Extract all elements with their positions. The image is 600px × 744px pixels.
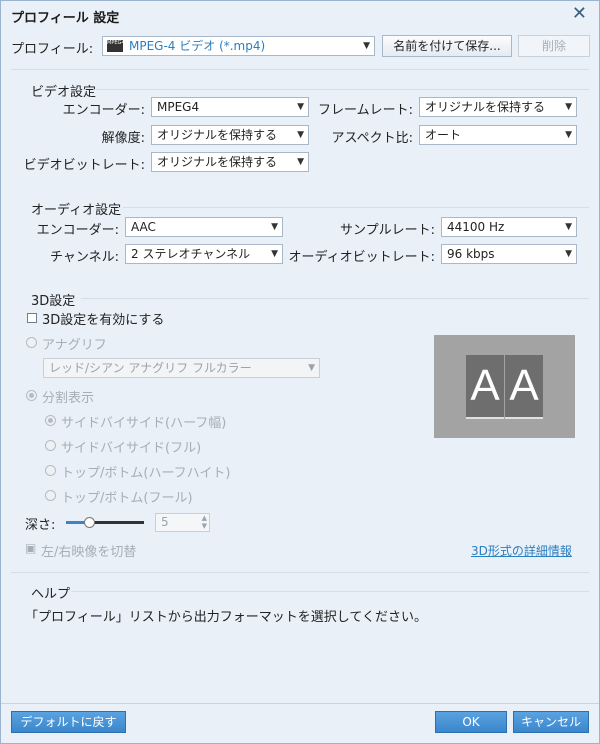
profile-settings-dialog: プロフィール 設定 ✕ プロフィール: MPEG4 MPEG-4 ビデオ (*.…: [0, 0, 600, 744]
dialog-title: プロフィール 設定: [11, 11, 120, 26]
divider: [11, 572, 589, 573]
channel-value: 2 ステレオチャンネル: [131, 247, 251, 261]
preview-right-tile: A: [505, 355, 543, 419]
split-option-radio[interactable]: [45, 440, 56, 451]
divider: [71, 591, 589, 592]
channel-select[interactable]: 2 ステレオチャンネル ▼: [125, 244, 283, 264]
resolution-value: オリジナルを保持する: [157, 128, 278, 142]
save-as-button[interactable]: 名前を付けて保存...: [382, 35, 512, 57]
audio-bitrate-label: オーディオビットレート:: [288, 250, 435, 265]
split-option-radio[interactable]: [45, 465, 56, 476]
help-text: 「プロフィール」リストから出力フォーマットを選択してください。: [25, 610, 427, 625]
profile-label: プロフィール:: [11, 42, 94, 57]
mpeg4-format-icon: MPEG4: [107, 40, 125, 52]
3d-preview: A A AA: [434, 335, 575, 438]
depth-slider-handle[interactable]: [84, 517, 96, 528]
chevron-down-icon: ▼: [297, 157, 304, 167]
split-option-label: サイドバイサイド(ハーフ幅): [61, 416, 227, 431]
divider: [96, 89, 589, 90]
depth-label: 深さ:: [25, 518, 56, 533]
split-option-radio[interactable]: [45, 490, 56, 501]
video-encoder-label: エンコーダー:: [62, 103, 145, 118]
chevron-down-icon: ▼: [565, 222, 572, 232]
anaglyph-radio[interactable]: [26, 337, 37, 348]
profile-select[interactable]: MPEG4 MPEG-4 ビデオ (*.mp4) ▼: [102, 36, 375, 56]
aspect-ratio-label: アスペクト比:: [331, 131, 413, 146]
framerate-value: オリジナルを保持する: [425, 100, 546, 114]
divider: [123, 207, 589, 208]
chevron-down-icon: ▼: [565, 102, 572, 112]
split-option-label: サイドバイサイド(フル): [61, 441, 202, 456]
audio-encoder-select[interactable]: AAC ▼: [125, 217, 283, 237]
samplerate-value: 44100 Hz: [447, 220, 505, 234]
preview-left-tile: A: [466, 355, 504, 419]
depth-value: 5: [161, 515, 169, 529]
framerate-select[interactable]: オリジナルを保持する ▼: [419, 97, 577, 117]
close-icon[interactable]: ✕: [572, 4, 587, 24]
chevron-down-icon: ▼: [271, 222, 278, 232]
audio-settings-title: オーディオ設定: [31, 203, 122, 218]
enable-3d-checkbox[interactable]: [27, 313, 37, 323]
chevron-down-icon: ▼: [297, 130, 304, 140]
cancel-button[interactable]: キャンセル: [513, 711, 589, 733]
video-settings-title: ビデオ設定: [31, 85, 97, 100]
audio-encoder-label: エンコーダー:: [36, 223, 119, 238]
chevron-down-icon: ▼: [308, 363, 315, 373]
anaglyph-mode-value: レッド/シアン アナグリフ フルカラー: [49, 361, 252, 375]
samplerate-label: サンプルレート:: [340, 223, 435, 238]
audio-bitrate-select[interactable]: 96 kbps ▼: [441, 244, 577, 264]
depth-spinbox[interactable]: 5 ▲ ▼: [155, 513, 210, 532]
video-encoder-select[interactable]: MPEG4 ▼: [151, 97, 309, 117]
restore-defaults-button[interactable]: デフォルトに戻す: [11, 711, 126, 733]
framerate-label: フレームレート:: [318, 103, 413, 118]
swap-lr-label: 左/右映像を切替: [41, 545, 137, 560]
chevron-down-icon: ▼: [297, 102, 304, 112]
anaglyph-label: アナグリフ: [42, 338, 107, 353]
split-option-radio[interactable]: [45, 415, 56, 426]
video-bitrate-select[interactable]: オリジナルを保持する ▼: [151, 152, 309, 172]
video-encoder-value: MPEG4: [157, 100, 200, 114]
title-bar: プロフィール 設定 ✕: [1, 1, 599, 29]
resolution-select[interactable]: オリジナルを保持する ▼: [151, 125, 309, 145]
split-view-label: 分割表示: [42, 391, 95, 406]
chevron-down-icon: ▼: [271, 249, 278, 259]
divider: [11, 69, 589, 70]
anaglyph-mode-select[interactable]: レッド/シアン アナグリフ フルカラー ▼: [43, 358, 320, 378]
video-bitrate-label: ビデオビットレート:: [23, 158, 145, 173]
chevron-down-icon: ▼: [363, 41, 370, 51]
help-title: ヘルプ: [31, 587, 71, 602]
resolution-label: 解像度:: [101, 131, 145, 146]
aspect-ratio-select[interactable]: オート ▼: [419, 125, 577, 145]
aspect-ratio-value: オート: [425, 128, 462, 142]
divider: [1, 703, 599, 704]
split-view-radio[interactable]: [26, 390, 37, 401]
3d-settings-title: 3D設定: [31, 294, 76, 309]
samplerate-select[interactable]: 44100 Hz ▼: [441, 217, 577, 237]
3d-details-link[interactable]: 3D形式の詳細情報: [471, 542, 572, 559]
chevron-down-icon: ▼: [565, 249, 572, 259]
ok-button[interactable]: OK: [435, 711, 507, 733]
audio-encoder-value: AAC: [131, 220, 156, 234]
enable-3d-label: 3D設定を有効にする: [42, 313, 165, 328]
delete-button[interactable]: 削除: [518, 35, 590, 57]
split-option-label: トップ/ボトム(フール): [61, 491, 193, 506]
channel-label: チャンネル:: [50, 250, 119, 265]
profile-select-value: MPEG-4 ビデオ (*.mp4): [129, 39, 266, 53]
chevron-down-icon: ▼: [565, 130, 572, 140]
swap-checkbox-icon[interactable]: ▣: [25, 541, 36, 555]
audio-bitrate-value: 96 kbps: [447, 247, 495, 261]
video-bitrate-value: オリジナルを保持する: [157, 155, 278, 169]
divider: [81, 298, 589, 299]
spin-arrows-icon: ▲ ▼: [201, 514, 207, 530]
split-option-label: トップ/ボトム(ハーフハイト): [61, 466, 231, 481]
